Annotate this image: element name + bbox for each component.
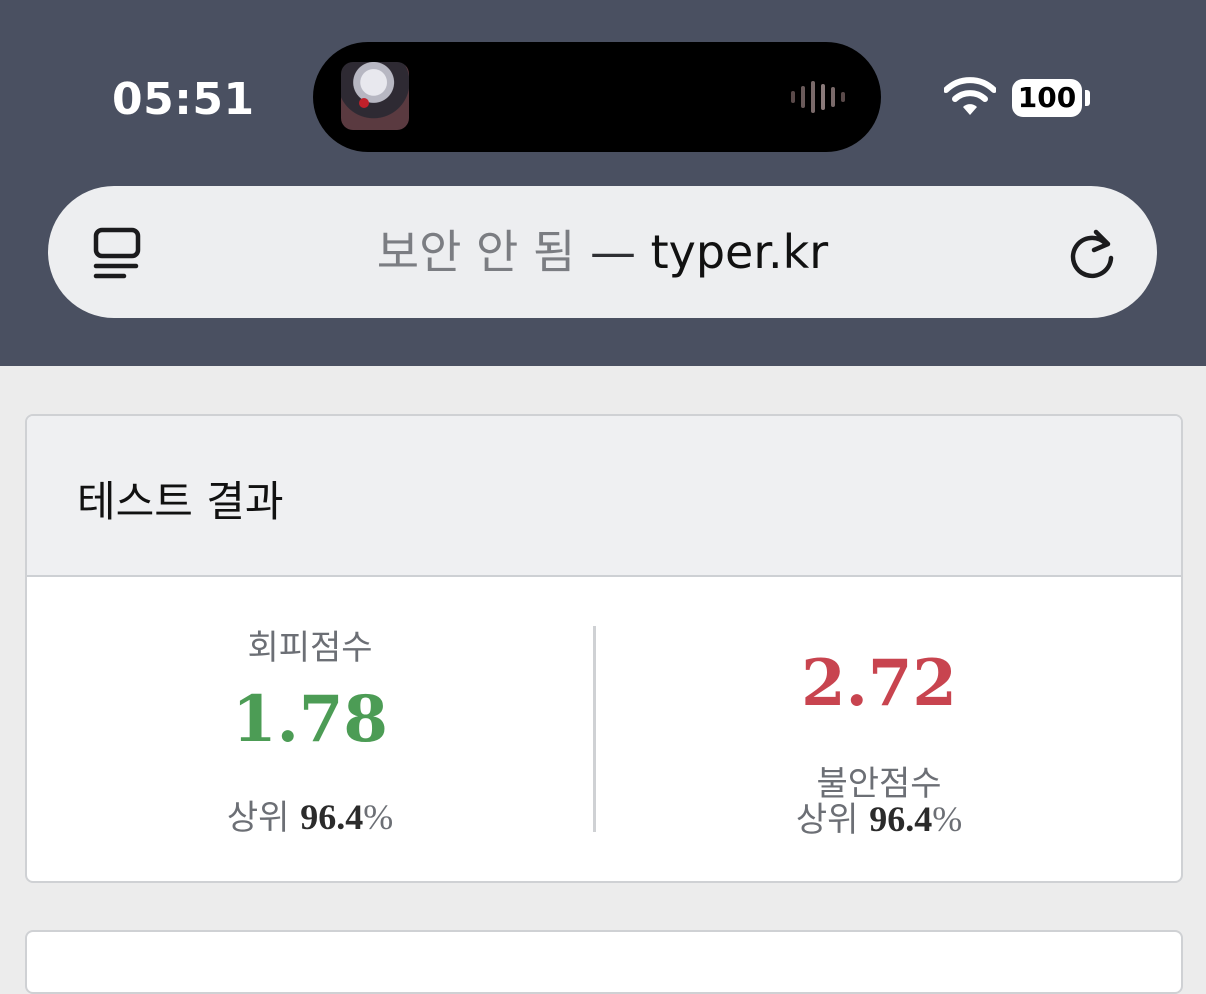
test-result-card: 테스트 결과 회피점수 1.78 상위 96.4% 2.72 불안점수 상위 9… [25,414,1183,883]
avoidance-score-panel: 회피점수 1.78 상위 96.4% [27,576,593,876]
wifi-icon [944,77,996,115]
audio-waveform-icon [791,81,845,113]
rank-suffix: % [363,797,394,837]
card-header: 테스트 결과 [27,416,1181,577]
rank-prefix: 상위 [226,798,290,838]
status-time: 05:51 [112,74,255,125]
album-art-thumbnail [341,62,409,130]
rank-value: 96.4 [869,799,933,839]
not-secure-label: 보안 안 됨 [376,225,576,279]
url-domain: typer.kr [650,225,829,279]
rank-value: 96.4 [300,797,364,837]
browser-chrome: 05:51 100 보안 안 됨 — typer.kr [0,0,1206,366]
anxiety-rank: 상위 96.4% [596,792,1162,841]
avoidance-label: 회피점수 [247,628,373,668]
reload-icon[interactable] [1066,224,1120,282]
url-display[interactable]: 보안 안 됨 — typer.kr [48,224,1157,280]
anxiety-score-panel: 2.72 불안점수 상위 96.4% [596,576,1162,876]
next-card [25,930,1183,994]
dynamic-island[interactable] [313,42,881,152]
battery-cap [1085,90,1090,106]
address-bar[interactable]: 보안 안 됨 — typer.kr [48,186,1157,318]
rank-prefix: 상위 [795,800,859,840]
card-title: 테스트 결과 [77,477,284,526]
avoidance-rank: 상위 96.4% [27,790,593,839]
battery-indicator: 100 [1012,79,1082,117]
avoidance-score: 1.78 [232,682,388,757]
anxiety-score: 2.72 [801,646,957,721]
rank-suffix: % [932,799,963,839]
url-separator: — [589,225,636,279]
